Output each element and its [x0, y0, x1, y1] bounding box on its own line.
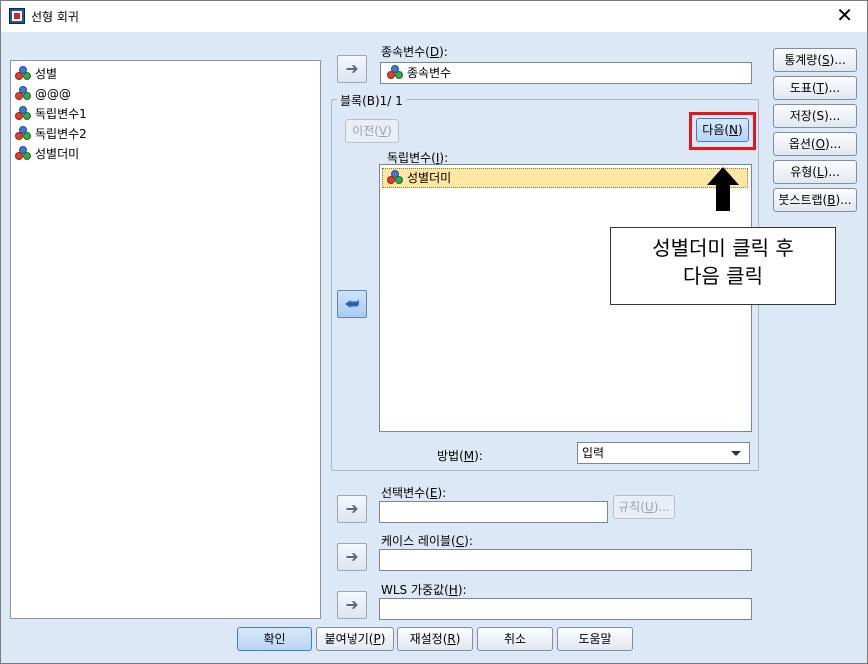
method-select[interactable]: 입력	[577, 442, 750, 464]
reset-button[interactable]: 재설정(R)	[397, 627, 473, 651]
arrow-right-icon: ➜	[345, 499, 359, 518]
nominal-variable-icon	[387, 170, 403, 184]
move-dependent-button[interactable]: ➜	[337, 55, 367, 83]
block-title: 블록(B)1/ 1	[337, 92, 406, 109]
arrow-right-icon: ➜	[345, 59, 359, 78]
options-button[interactable]: 옵션(O)...	[773, 132, 857, 156]
bootstrap-button[interactable]: 붓스트랩(B)...	[773, 188, 857, 212]
list-item[interactable]: 성별	[15, 65, 57, 83]
source-variable-list[interactable]: 성별 @@@ 독립변수1 독립변수2 성별더미	[10, 60, 321, 619]
highlight-box	[689, 112, 756, 150]
annotation-line1: 성별더미 클릭 후	[652, 236, 794, 260]
nominal-variable-icon	[387, 65, 403, 79]
paste-button[interactable]: 붙여넣기(P)	[316, 627, 394, 651]
arrow-up-icon	[707, 167, 739, 211]
list-item[interactable]: 독립변수1	[15, 105, 87, 123]
nominal-variable-icon	[15, 126, 31, 140]
window-title: 선형 회귀	[31, 10, 79, 24]
list-item[interactable]: @@@	[15, 85, 71, 103]
nominal-variable-icon	[15, 146, 31, 160]
wls-label: WLS 가중값(H):	[381, 583, 467, 597]
arrow-right-icon: ➜	[345, 595, 359, 614]
close-button[interactable]: ✕	[836, 5, 853, 25]
help-button[interactable]: 도움말	[557, 627, 633, 651]
linear-regression-dialog: 선형 회귀 ✕ 성별 @@@ 독립변수1 독립변수2 성별더미 종속변수(D):…	[0, 0, 868, 664]
list-item[interactable]: 성별더미	[15, 145, 79, 163]
style-button[interactable]: 유형(L)...	[773, 160, 857, 184]
wls-field[interactable]	[379, 598, 752, 620]
chevron-down-icon	[731, 451, 741, 456]
nominal-variable-icon	[15, 66, 31, 80]
method-label: 방법(M):	[437, 449, 483, 463]
nominal-variable-icon	[15, 86, 31, 100]
rule-button[interactable]: 규칙(U)...	[613, 495, 675, 519]
cancel-button[interactable]: 취소	[477, 627, 553, 651]
dependent-field[interactable]: 종속변수	[380, 62, 752, 84]
move-independent-button[interactable]: ⮨	[337, 290, 367, 318]
move-case-label-button[interactable]: ➜	[337, 543, 367, 571]
selection-label: 선택변수(E):	[381, 486, 447, 500]
app-icon	[9, 8, 25, 24]
move-selection-button[interactable]: ➜	[337, 495, 367, 523]
arrow-left-icon: ⮨	[344, 294, 360, 313]
case-label-field[interactable]	[379, 549, 752, 571]
list-item[interactable]: 독립변수2	[15, 125, 87, 143]
save-button[interactable]: 저장(S)...	[773, 104, 857, 128]
annotation-line2: 다음 클릭	[683, 264, 763, 288]
title-bar: 선형 회귀 ✕	[1, 1, 867, 32]
move-wls-button[interactable]: ➜	[337, 591, 367, 619]
list-item[interactable]: 성별더미	[382, 168, 748, 188]
ok-button[interactable]: 확인	[237, 627, 312, 651]
arrow-right-icon: ➜	[345, 547, 359, 566]
nominal-variable-icon	[15, 106, 31, 120]
previous-button[interactable]: 이전(V)	[345, 119, 399, 143]
dependent-label: 종속변수(D):	[381, 45, 448, 59]
selection-field[interactable]	[379, 501, 608, 523]
plots-button[interactable]: 도표(T)...	[773, 76, 857, 100]
statistics-button[interactable]: 통계량(S)...	[773, 48, 857, 72]
annotation-callout: 성별더미 클릭 후 다음 클릭	[610, 227, 836, 305]
case-label-label: 케이스 레이블(C):	[381, 534, 473, 548]
